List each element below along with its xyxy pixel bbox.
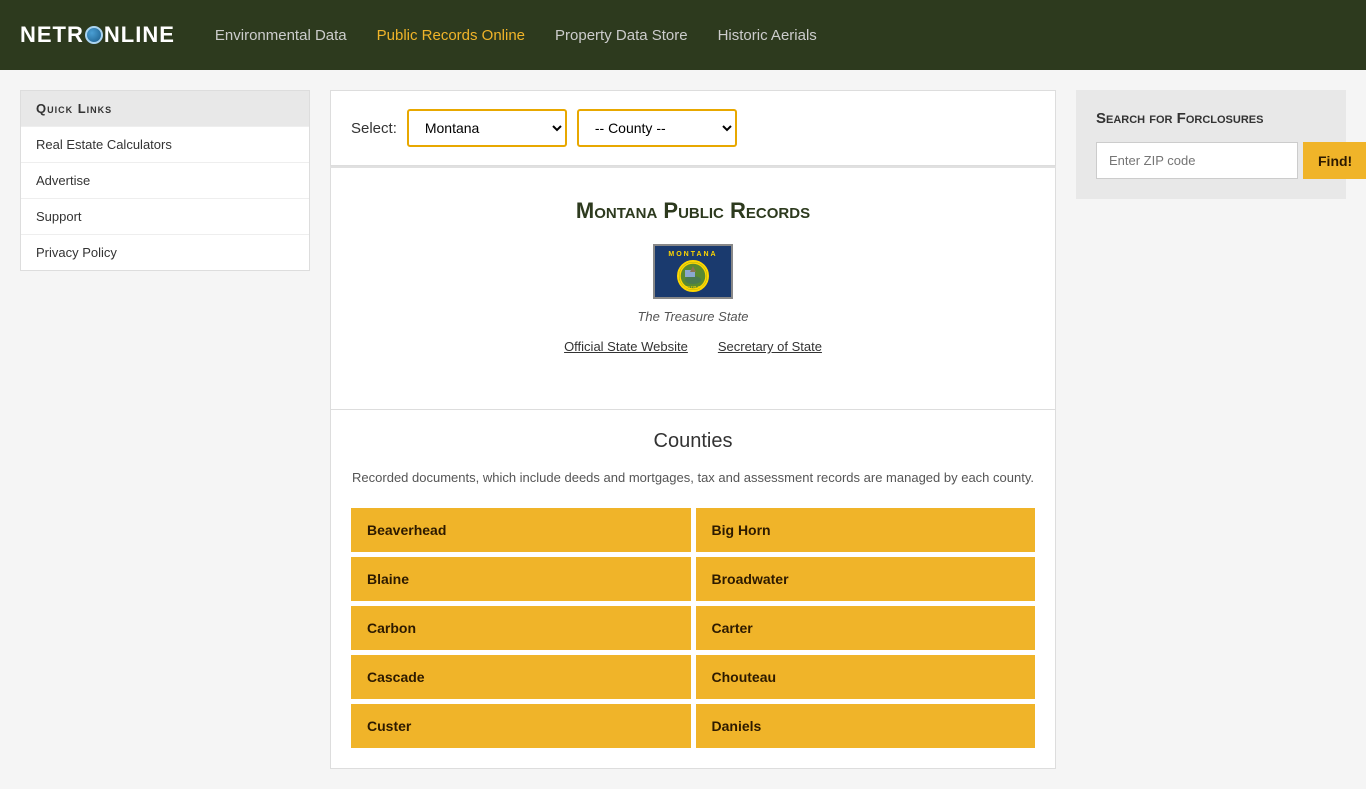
nav-historic-aerials[interactable]: Historic Aerials bbox=[718, 27, 817, 44]
county-btn-big-horn[interactable]: Big Horn bbox=[696, 508, 1036, 552]
state-info-box: Montana Public Records MONTANA ORO Y PLA… bbox=[330, 168, 1056, 410]
nav-public-records[interactable]: Public Records Online bbox=[377, 27, 525, 44]
state-nickname: The Treasure State bbox=[351, 309, 1035, 324]
county-btn-beaverhead[interactable]: Beaverhead bbox=[351, 508, 691, 552]
quick-links-box: Quick Links Real Estate Calculators Adve… bbox=[20, 90, 310, 271]
sidebar-item-advertise[interactable]: Advertise bbox=[21, 162, 309, 198]
county-btn-custer[interactable]: Custer bbox=[351, 704, 691, 748]
select-bar: Select: Montana Alabama Alaska Arizona -… bbox=[330, 90, 1056, 166]
county-btn-broadwater[interactable]: Broadwater bbox=[696, 557, 1036, 601]
globe-icon bbox=[85, 26, 103, 44]
county-btn-cascade[interactable]: Cascade bbox=[351, 655, 691, 699]
county-btn-carbon[interactable]: Carbon bbox=[351, 606, 691, 650]
sidebar-item-support[interactable]: Support bbox=[21, 198, 309, 234]
county-btn-daniels[interactable]: Daniels bbox=[696, 704, 1036, 748]
state-title: Montana Public Records bbox=[351, 198, 1035, 224]
right-sidebar: Search for Forclosures Find! bbox=[1076, 90, 1346, 769]
state-links: Official State Website Secretary of Stat… bbox=[351, 339, 1035, 354]
state-select[interactable]: Montana Alabama Alaska Arizona bbox=[407, 109, 567, 147]
zip-input[interactable] bbox=[1096, 142, 1298, 179]
state-flag: MONTANA ORO Y PLATA bbox=[653, 244, 733, 299]
main-nav: Environmental Data Public Records Online… bbox=[215, 27, 817, 44]
sidebar-item-real-estate[interactable]: Real Estate Calculators bbox=[21, 126, 309, 162]
nav-environmental[interactable]: Environmental Data bbox=[215, 27, 347, 44]
logo[interactable]: NETR NLINE bbox=[20, 22, 175, 48]
flag-seal: ORO Y PLATA bbox=[677, 260, 709, 292]
select-label: Select: bbox=[351, 120, 397, 137]
counties-title: Counties bbox=[351, 430, 1035, 453]
flag-text: MONTANA bbox=[668, 251, 717, 258]
foreclosure-box: Search for Forclosures Find! bbox=[1076, 90, 1346, 199]
sidebar-item-privacy[interactable]: Privacy Policy bbox=[21, 234, 309, 270]
quick-links-title: Quick Links bbox=[21, 91, 309, 126]
svg-text:ORO Y PLATA: ORO Y PLATA bbox=[683, 285, 704, 289]
nav-property-data[interactable]: Property Data Store bbox=[555, 27, 688, 44]
find-button[interactable]: Find! bbox=[1303, 142, 1366, 179]
content-area: Select: Montana Alabama Alaska Arizona -… bbox=[330, 90, 1056, 769]
sidebar: Quick Links Real Estate Calculators Adve… bbox=[20, 90, 310, 769]
logo-text-netr: NETR bbox=[20, 22, 84, 48]
county-btn-chouteau[interactable]: Chouteau bbox=[696, 655, 1036, 699]
official-state-website-link[interactable]: Official State Website bbox=[564, 339, 688, 354]
county-btn-blaine[interactable]: Blaine bbox=[351, 557, 691, 601]
counties-description: Recorded documents, which include deeds … bbox=[351, 468, 1035, 488]
secretary-of-state-link[interactable]: Secretary of State bbox=[718, 339, 822, 354]
foreclosure-title: Search for Forclosures bbox=[1096, 110, 1326, 127]
main-wrapper: Quick Links Real Estate Calculators Adve… bbox=[0, 70, 1366, 789]
logo-text-nline: NLINE bbox=[104, 22, 175, 48]
header: NETR NLINE Environmental Data Public Reco… bbox=[0, 0, 1366, 70]
county-select[interactable]: -- County -- bbox=[577, 109, 737, 147]
foreclosure-form: Find! bbox=[1096, 142, 1326, 179]
seal-svg: ORO Y PLATA bbox=[679, 262, 707, 290]
counties-grid: BeaverheadBig HornBlaineBroadwaterCarbon… bbox=[351, 508, 1035, 748]
counties-section: Counties Recorded documents, which inclu… bbox=[330, 410, 1056, 769]
county-btn-carter[interactable]: Carter bbox=[696, 606, 1036, 650]
